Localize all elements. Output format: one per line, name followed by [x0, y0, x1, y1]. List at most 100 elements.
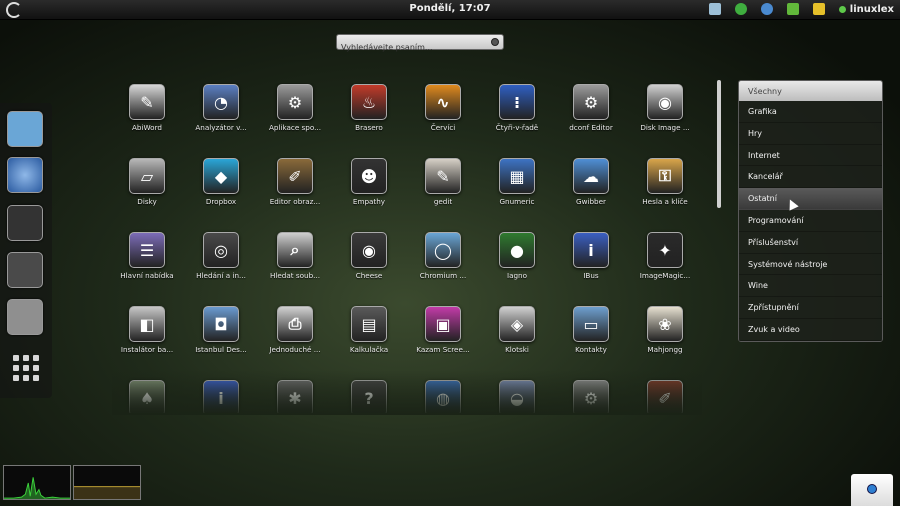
- app-tile[interactable]: ◉ Cheese: [334, 231, 404, 301]
- app-tile[interactable]: ⚙ dconf Editor: [556, 83, 626, 153]
- cards-icon: ♠: [129, 380, 165, 413]
- category-item[interactable]: Systémové nástroje: [739, 254, 882, 276]
- main-menu-icon: ☰: [129, 232, 165, 268]
- app-tile[interactable]: ● Iagno: [482, 231, 552, 301]
- app-tile[interactable]: ⚙ Aplikace spo...: [260, 83, 330, 153]
- globe-icon[interactable]: [760, 3, 773, 15]
- app-tile[interactable]: ☁ Gwibber: [556, 157, 626, 227]
- brasero-icon: ♨: [351, 84, 387, 120]
- dropbox-icon: ◆: [203, 158, 239, 194]
- category-item[interactable]: Zpřístupnění: [739, 297, 882, 319]
- app-tile[interactable]: ◉ Disk Image ...: [630, 83, 700, 153]
- show-apps-grid-icon[interactable]: [13, 355, 39, 381]
- dock: [0, 103, 52, 398]
- app-tile[interactable]: i: [186, 379, 256, 413]
- deb-installer-icon: ◧: [129, 306, 165, 342]
- category-item[interactable]: Internet: [739, 145, 882, 167]
- cheese-icon: ◉: [351, 232, 387, 268]
- screen-icon[interactable]: [708, 3, 721, 15]
- app-tile[interactable]: ✦ ImageMagic...: [630, 231, 700, 301]
- category-item[interactable]: Grafika: [739, 101, 882, 123]
- app-tile[interactable]: ▦ Gnumeric: [482, 157, 552, 227]
- app-tile[interactable]: ❀ Mahjongg: [630, 305, 700, 375]
- app-tile[interactable]: ◯ Chromium ...: [408, 231, 478, 301]
- app-label: Cheese: [355, 271, 383, 280]
- app-tile[interactable]: ∿ Červíci: [408, 83, 478, 153]
- dock-item-file-cabinet[interactable]: [7, 299, 43, 335]
- app-label: Kazam Scree...: [416, 345, 470, 354]
- app-tile[interactable]: ♠: [112, 379, 182, 413]
- category-all[interactable]: Všechny: [739, 81, 882, 101]
- app-tile[interactable]: ◧ Instalátor ba...: [112, 305, 182, 375]
- kazam-icon: ▣: [425, 306, 461, 342]
- app-label: Dropbox: [205, 197, 237, 206]
- app-label: Iagno: [506, 271, 528, 280]
- app-tile[interactable]: ▱ Disky: [112, 157, 182, 227]
- app-tile[interactable]: ✱: [260, 379, 330, 413]
- app-tile[interactable]: ⚿ Hesla a klíče: [630, 157, 700, 227]
- search-input[interactable]: [337, 40, 487, 55]
- disks-icon: ▱: [129, 158, 165, 194]
- category-item[interactable]: Zvuk a video: [739, 319, 882, 341]
- cpu-graph: [4, 477, 70, 499]
- app-tile[interactable]: ◍: [408, 379, 478, 413]
- user-menu[interactable]: linuxlex: [838, 4, 894, 15]
- app-tile[interactable]: i IBus: [556, 231, 626, 301]
- app-tile[interactable]: ✎ gedit: [408, 157, 478, 227]
- magnifier-icon: ⌕: [277, 232, 313, 268]
- dock-item-chromium[interactable]: [7, 111, 43, 147]
- category-item[interactable]: Kancelář: [739, 166, 882, 189]
- app-tile[interactable]: ⁝ Čtyři-v-řadě: [482, 83, 552, 153]
- cpu-monitor[interactable]: [3, 465, 71, 500]
- calculator-icon: ▤: [351, 306, 387, 342]
- disk-analyzer-icon: ◔: [203, 84, 239, 120]
- sparkle-icon[interactable]: [812, 3, 825, 15]
- settings-icon: ⚙: [573, 380, 609, 413]
- app-tile[interactable]: ▣ Kazam Scree...: [408, 305, 478, 375]
- app-tile[interactable]: ▭ Kontakty: [556, 305, 626, 375]
- dock-item-binoculars[interactable]: [7, 252, 43, 288]
- app-tile[interactable]: ◎ Hledání a in...: [186, 231, 256, 301]
- app-label: Mahjongg: [647, 345, 683, 354]
- memory-monitor[interactable]: [73, 465, 141, 500]
- app-tile[interactable]: ✐: [630, 379, 700, 413]
- category-item-active[interactable]: Ostatní: [739, 188, 882, 210]
- app-tile[interactable]: ⎙ Jednoduché ...: [260, 305, 330, 375]
- app-tile[interactable]: ✐ Editor obraz...: [260, 157, 330, 227]
- app-label: Jednoduché ...: [269, 345, 321, 354]
- app-tile[interactable]: ◈ Klotski: [482, 305, 552, 375]
- ibus-icon: i: [573, 232, 609, 268]
- app-label: Kontakty: [575, 345, 607, 354]
- app-grid-scrollbar[interactable]: [717, 80, 721, 208]
- app-label: Červíci: [430, 123, 456, 132]
- app-tile[interactable]: ⌕ Hledat soub...: [260, 231, 330, 301]
- rss-icon[interactable]: [786, 3, 799, 15]
- app-tile[interactable]: ☻ Empathy: [334, 157, 404, 227]
- app-tile[interactable]: ♨ Brasero: [334, 83, 404, 153]
- gwibber-icon: ☁: [573, 158, 609, 194]
- app-tile[interactable]: ◆ Dropbox: [186, 157, 256, 227]
- category-item[interactable]: Programování: [739, 210, 882, 232]
- chromium-icon: ◯: [425, 232, 461, 268]
- category-item[interactable]: Příslušenství: [739, 232, 882, 254]
- app-tile[interactable]: ◘ Istanbul Des...: [186, 305, 256, 375]
- app-label: Gnumeric: [499, 197, 535, 206]
- app-tile[interactable]: ⚙: [556, 379, 626, 413]
- app-tile[interactable]: ✎ AbiWord: [112, 83, 182, 153]
- app-tile[interactable]: ◒: [482, 379, 552, 413]
- dock-item-globe[interactable]: [7, 157, 43, 193]
- category-item[interactable]: Wine: [739, 275, 882, 298]
- status-icon: [838, 5, 846, 13]
- network-icon[interactable]: [734, 3, 747, 15]
- app-tile[interactable]: ▤ Kalkulačka: [334, 305, 404, 375]
- app-tile[interactable]: ☰ Hlavní nabídka: [112, 231, 182, 301]
- app-tile[interactable]: ?: [334, 379, 404, 413]
- category-item[interactable]: Hry: [739, 123, 882, 145]
- dock-item-empathy[interactable]: [7, 205, 43, 241]
- tray-applet[interactable]: [851, 474, 893, 506]
- search-icon[interactable]: [491, 38, 499, 46]
- app-tile[interactable]: ◔ Analyzátor v...: [186, 83, 256, 153]
- app-label: Disky: [137, 197, 157, 206]
- app-label: AbiWord: [132, 123, 162, 132]
- top-panel: Pondělí, 17:07 linuxlex: [0, 0, 900, 20]
